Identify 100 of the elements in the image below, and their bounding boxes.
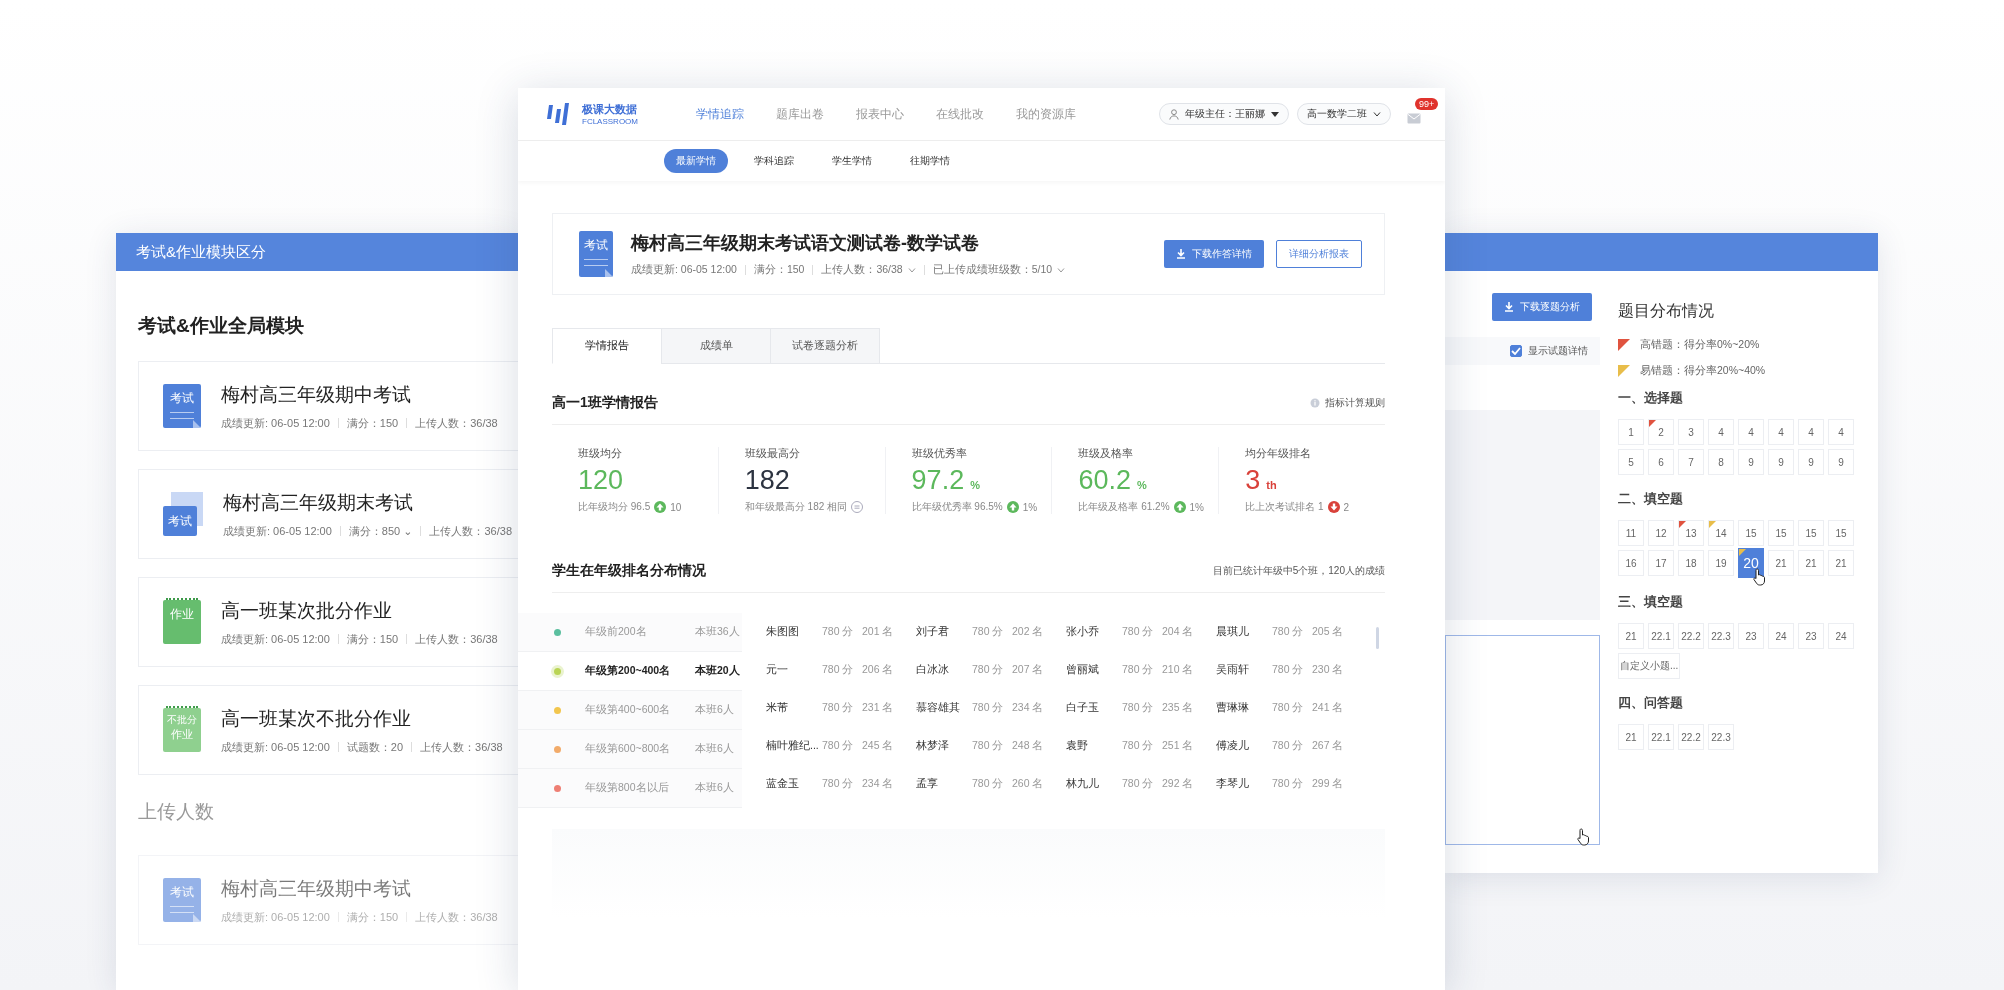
student-score: 780 分 <box>822 777 855 791</box>
sub-tab[interactable]: 往期学情 <box>910 154 950 168</box>
question-cell[interactable]: 5 <box>1618 449 1644 475</box>
user-icon <box>1169 108 1179 120</box>
question-cell[interactable]: 21 <box>1798 550 1824 576</box>
question-cell[interactable]: 23 <box>1798 623 1824 649</box>
student-score: 780 分 <box>822 739 855 753</box>
nav-tab[interactable]: 学情追踪 <box>696 106 744 122</box>
question-cell[interactable]: 4 <box>1768 419 1794 445</box>
sub-tab[interactable]: 学科追踪 <box>754 154 794 168</box>
student-score: 780 分 <box>1122 701 1155 715</box>
download-button[interactable]: 下载逐题分析 <box>1492 293 1592 321</box>
range-item[interactable]: 年级第200~400名 本班20人 <box>518 652 742 691</box>
question-cell[interactable]: 1 <box>1618 419 1644 445</box>
question-cell[interactable]: 22.2 <box>1678 623 1704 649</box>
question-cell[interactable]: 22.1 <box>1648 623 1674 649</box>
question-cell[interactable]: 21 <box>1618 623 1644 649</box>
question-cell[interactable]: 3 <box>1678 419 1704 445</box>
sub-tab[interactable]: 最新学情 <box>664 149 728 173</box>
tab[interactable]: 学情报告 <box>552 328 662 364</box>
meta-text: 满分：150 <box>346 415 399 431</box>
question-cell[interactable]: 21 <box>1618 724 1644 750</box>
student-rank: 202 名 <box>1012 625 1045 639</box>
question-cell[interactable]: 21 <box>1828 550 1854 576</box>
class-dropdown[interactable]: 高一数学二班 <box>1297 103 1391 125</box>
question-cell[interactable]: 4 <box>1738 419 1764 445</box>
student-name: 白子玉 <box>1066 701 1100 715</box>
question-cell[interactable]: 15 <box>1798 520 1824 546</box>
question-cell[interactable]: 7 <box>1678 449 1704 475</box>
meta-text: 满分：150 <box>753 263 805 277</box>
meta-text: 成绩更新: 06-05 12:00 <box>223 523 332 539</box>
question-cell[interactable]: 8 <box>1708 449 1734 475</box>
question-cell[interactable]: 15 <box>1768 520 1794 546</box>
student-score: 780 分 <box>1122 739 1155 753</box>
user-dropdown[interactable]: 年级主任：王丽娜 <box>1159 103 1289 125</box>
report-button[interactable]: 详细分析报表 <box>1276 240 1362 268</box>
meta-text: 试题数：20 <box>346 739 404 755</box>
exam-card[interactable]: 考试 梅村高三年级期中考试 成绩更新: 06-05 12:00 满分：150 上传人数：36/38 <box>138 361 518 451</box>
exam-card[interactable]: 考试 梅村高三年级期末考试 成绩更新: 06-05 12:00 满分：850 ⌄ 上传人数：36/38 <box>138 469 518 559</box>
student-name: 朱图图 <box>766 625 800 639</box>
homework-notebook-icon: 不批分 作业 <box>163 708 201 752</box>
question-cell[interactable]: 9 <box>1768 449 1794 475</box>
student-name: 林九儿 <box>1066 777 1100 791</box>
question-cell[interactable]: 22.1 <box>1648 724 1674 750</box>
student-rank: 234 名 <box>1012 701 1045 715</box>
exam-card[interactable]: 考试 梅村高三年级期中考试 成绩更新: 06-05 12:00 满分：150 上传人数：36/38 <box>138 855 518 945</box>
question-cell[interactable]: 23 <box>1738 623 1764 649</box>
student-rank: 248 名 <box>1012 739 1045 753</box>
question-cell[interactable]: 14 <box>1708 520 1734 546</box>
stat-label: 班级均分 <box>578 447 623 461</box>
stat-label: 班级优秀率 <box>911 447 968 461</box>
question-cell[interactable]: 11 <box>1618 520 1644 546</box>
sub-tab[interactable]: 学生学情 <box>832 154 872 168</box>
question-cell[interactable]: 15 <box>1738 520 1764 546</box>
student-score: 780 分 <box>972 777 1005 791</box>
mail-icon[interactable] <box>1407 113 1421 124</box>
exam-card[interactable]: 作业 高一班某次批分作业 成绩更新: 06-05 12:00 满分：150 上传人数：36/38 <box>138 577 518 667</box>
download-button[interactable]: 下载作答详情 <box>1164 240 1264 268</box>
tab[interactable]: 试卷逐题分析 <box>770 328 880 364</box>
scrollbar[interactable] <box>1376 627 1379 649</box>
question-cell[interactable]: 24 <box>1768 623 1794 649</box>
student-rank: 205 名 <box>1312 625 1345 639</box>
question-cell[interactable]: 24 <box>1828 623 1854 649</box>
question-cell[interactable]: 19 <box>1708 550 1734 576</box>
card-title: 梅村高三年级期中考试 <box>221 876 412 901</box>
show-details-checkbox[interactable]: 显示试题详情 <box>1510 344 1588 358</box>
meta-text: 成绩更新: 06-05 12:00 <box>221 631 330 647</box>
question-cell[interactable]: 9 <box>1798 449 1824 475</box>
stat-value: 3 <box>1245 465 1261 496</box>
question-cell[interactable]: 2 <box>1648 419 1674 445</box>
section-title: 三、填空题 <box>1618 594 1684 611</box>
meta-text: 满分：150 <box>346 909 399 925</box>
question-cell[interactable]: 22.3 <box>1708 724 1734 750</box>
question-cell[interactable]: 9 <box>1738 449 1764 475</box>
student-name: 楠叶雅纪... <box>766 739 820 753</box>
question-cell[interactable]: 4 <box>1828 419 1854 445</box>
exam-document-icon: 考试 <box>163 384 201 428</box>
meta-text: 上传人数：36/38 <box>415 909 498 925</box>
question-cell[interactable]: 6 <box>1648 449 1674 475</box>
rules-link[interactable]: 指标计算规则 <box>1310 396 1385 410</box>
student-rank: 231 名 <box>862 701 895 715</box>
question-cell[interactable]: 4 <box>1708 419 1734 445</box>
question-cell[interactable]: 21 <box>1768 550 1794 576</box>
exam-card[interactable]: 不批分 作业 高一班某次不批分作业 成绩更新: 06-05 12:00 试题数：20 上传人数：36/38 <box>138 685 518 775</box>
question-cell[interactable]: 22.2 <box>1678 724 1704 750</box>
corner-flag-icon <box>1679 521 1686 528</box>
question-cell[interactable]: 9 <box>1828 449 1854 475</box>
question-cell[interactable]: 22.3 <box>1708 623 1734 649</box>
question-cell[interactable]: 13 <box>1678 520 1704 546</box>
question-cell[interactable]: 4 <box>1798 419 1824 445</box>
stat-label: 均分年级排名 <box>1245 447 1313 461</box>
question-cell[interactable]: 17 <box>1648 550 1674 576</box>
student-score: 780 分 <box>822 701 855 715</box>
question-cell[interactable]: 18 <box>1678 550 1704 576</box>
question-cell[interactable]: 自定义小题... <box>1618 653 1681 679</box>
tab[interactable]: 成绩单 <box>661 328 771 364</box>
question-cell[interactable]: 12 <box>1648 520 1674 546</box>
question-cell[interactable]: 15 <box>1828 520 1854 546</box>
question-cell[interactable]: 16 <box>1618 550 1644 576</box>
corner-flag-icon <box>1709 521 1716 528</box>
